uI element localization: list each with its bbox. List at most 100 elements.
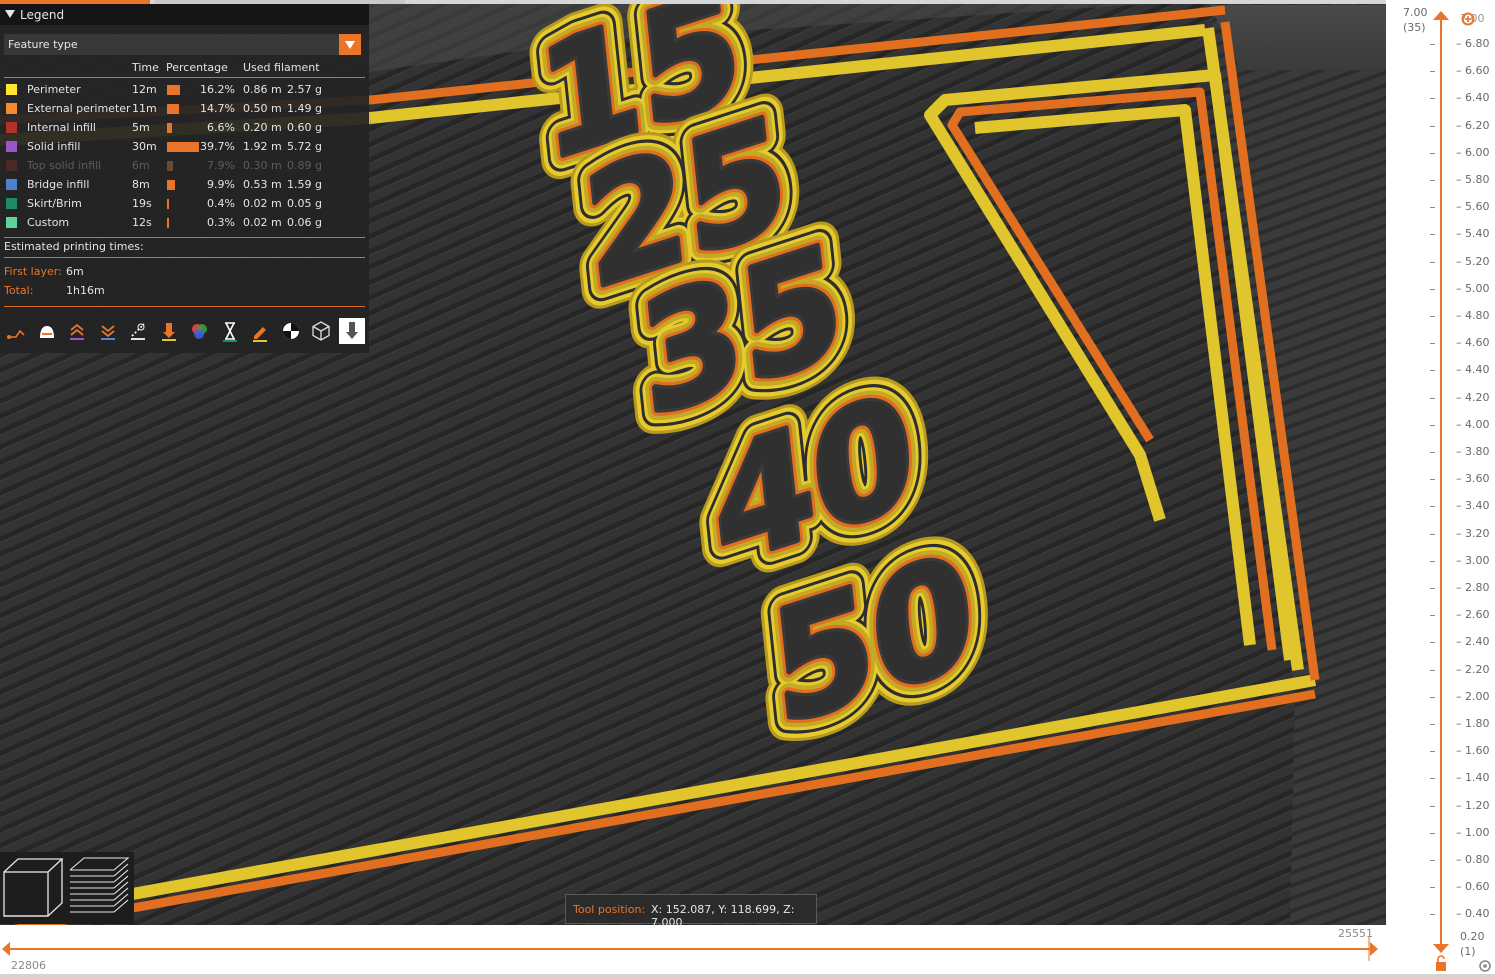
feature-length: 0.20 m	[243, 121, 282, 134]
feature-length: 0.02 m	[243, 216, 282, 229]
feature-length: 0.02 m	[243, 197, 282, 210]
feature-weight: 5.72 g	[287, 140, 322, 153]
tool-position-box: Tool position: X: 152.087, Y: 118.699, Z…	[565, 894, 817, 929]
retractions-icon[interactable]	[64, 318, 90, 344]
seams-icon[interactable]	[125, 318, 151, 344]
feature-time: 30m	[132, 140, 157, 153]
feature-weight: 0.60 g	[287, 121, 322, 134]
legend-row[interactable]: Skirt/Brim 19s 0.4% 0.02 m 0.05 g	[0, 196, 369, 215]
move-slider-left-thumb[interactable]	[2, 942, 10, 956]
feature-weight: 0.06 g	[287, 216, 322, 229]
feature-length: 0.53 m	[243, 178, 282, 191]
feature-name: External perimeter	[27, 102, 131, 115]
view-type-combo[interactable]: Feature type	[4, 34, 361, 55]
column-time: Time	[132, 61, 159, 74]
move-slider-right-thumb[interactable]	[1370, 942, 1378, 956]
add-color-change-icon[interactable]	[1461, 12, 1475, 26]
feature-percent-bar	[167, 199, 169, 209]
feature-percent-bar	[167, 104, 179, 114]
feature-name: Skirt/Brim	[27, 197, 82, 210]
legend-panel: Legend Feature type Time Percentage Used…	[0, 4, 369, 353]
feature-percent-bar	[167, 123, 172, 133]
total-label: Total:	[4, 284, 34, 297]
legend-title: Legend	[20, 8, 65, 22]
feature-weight: 0.89 g	[287, 159, 322, 172]
slider-upper-thumb[interactable]	[1433, 11, 1449, 20]
feature-percent: 0.4%	[207, 197, 235, 210]
feature-color-swatch	[6, 141, 17, 152]
feature-name: Top solid infill	[27, 159, 102, 172]
feature-weight: 1.59 g	[287, 178, 322, 191]
legend-row[interactable]: Bridge infill 8m 9.9% 0.53 m 1.59 g	[0, 177, 369, 196]
feature-percent-bar	[167, 161, 173, 171]
legend-row[interactable]: Perimeter 12m 16.2% 0.86 m 2.57 g	[0, 82, 369, 101]
feature-percent: 7.9%	[207, 159, 235, 172]
chevron-down-icon[interactable]	[339, 34, 361, 55]
feature-name: Custom	[27, 216, 70, 229]
pause-icon[interactable]	[217, 318, 243, 344]
feature-time: 19s	[132, 197, 152, 210]
feature-color-swatch	[6, 103, 17, 114]
feature-length: 0.50 m	[243, 102, 282, 115]
estimated-times-label: Estimated printing times:	[4, 240, 144, 253]
feature-percent-bar	[167, 85, 180, 95]
feature-percent: 9.9%	[207, 178, 235, 191]
feature-color-swatch	[6, 179, 17, 190]
tool-marker-icon[interactable]	[338, 318, 365, 344]
3d-view-cube-icon[interactable]	[3, 858, 64, 917]
feature-time: 11m	[132, 102, 157, 115]
legend-row[interactable]: Custom 12s 0.3% 0.02 m 0.06 g	[0, 215, 369, 234]
feature-name: Bridge infill	[27, 178, 90, 191]
tool-changes-icon[interactable]	[156, 318, 182, 344]
legend-header[interactable]: Legend	[0, 4, 369, 25]
feature-time: 8m	[132, 178, 150, 191]
feature-percent: 16.2%	[200, 83, 235, 96]
divider	[4, 257, 365, 258]
view-buttons	[0, 852, 134, 924]
feature-time: 6m	[132, 159, 150, 172]
feature-weight: 2.57 g	[287, 83, 322, 96]
legend-row[interactable]: Solid infill 30m 39.7% 1.92 m 5.72 g	[0, 139, 369, 158]
move-slider[interactable]: 22806 25551	[0, 925, 1495, 978]
travel-icon[interactable]	[3, 318, 29, 344]
feature-percent: 14.7%	[200, 102, 235, 115]
feature-length: 0.86 m	[243, 83, 282, 96]
feature-color-swatch	[6, 122, 17, 133]
wipe-icon[interactable]	[34, 318, 60, 344]
divider	[4, 77, 365, 78]
feature-weight: 0.05 g	[287, 197, 322, 210]
feature-percent: 0.3%	[207, 216, 235, 229]
legend-row[interactable]: External perimeter 11m 14.7% 0.50 m 1.49 g	[0, 101, 369, 120]
feature-weight: 1.49 g	[287, 102, 322, 115]
feature-color-swatch	[6, 198, 17, 209]
first-layer-label: First layer:	[4, 265, 62, 278]
shells-icon[interactable]	[308, 318, 334, 344]
feature-time: 5m	[132, 121, 150, 134]
feature-time: 12m	[132, 83, 157, 96]
view-type-value: Feature type	[8, 38, 78, 51]
custom-gcode-icon[interactable]	[247, 318, 273, 344]
legend-row[interactable]: Internal infill 5m 6.6% 0.20 m 0.60 g	[0, 120, 369, 139]
feature-percent-bar	[167, 218, 169, 228]
total-value: 1h16m	[66, 284, 105, 297]
slider-lower-thumb[interactable]	[1433, 944, 1449, 953]
first-layer-value: 6m	[66, 265, 84, 278]
feature-percent: 6.6%	[207, 121, 235, 134]
feature-time: 12s	[132, 216, 152, 229]
move-slider-left-value: 22806	[11, 959, 46, 972]
feature-name: Perimeter	[27, 83, 81, 96]
divider	[4, 237, 365, 238]
cog-icon[interactable]	[1479, 960, 1491, 972]
center-of-gravity-icon[interactable]	[278, 318, 304, 344]
layer-slider[interactable]: 7.00 (35) 7.00 – 6.80– 6.60– 6.40– 6.20–…	[1386, 0, 1495, 978]
collapse-triangle-icon[interactable]	[5, 10, 15, 18]
feature-length: 1.92 m	[243, 140, 282, 153]
feature-percent-bar	[167, 142, 199, 152]
tool-position-label: Tool position:	[573, 903, 646, 916]
lock-icon[interactable]	[1436, 955, 1446, 971]
legend-row[interactable]: Top solid infill 6m 7.9% 0.30 m 0.89 g	[0, 158, 369, 177]
feature-name: Internal infill	[27, 121, 96, 134]
color-changes-icon[interactable]	[186, 318, 212, 344]
layers-view-icon[interactable]	[69, 857, 130, 913]
deretractions-icon[interactable]	[95, 318, 121, 344]
